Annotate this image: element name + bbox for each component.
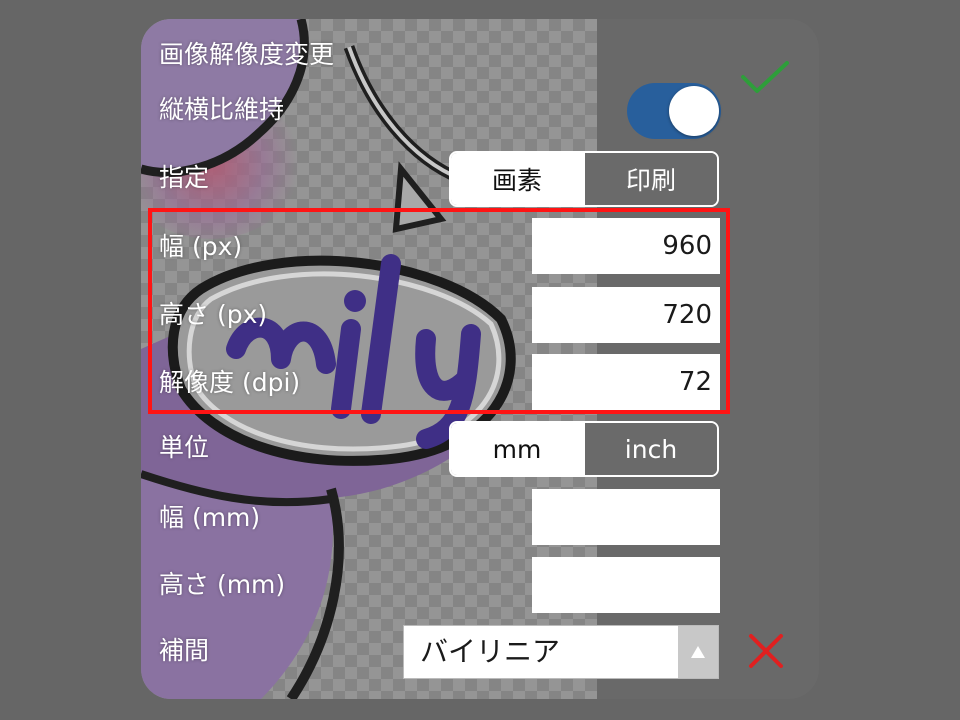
width-px-input[interactable] [532, 218, 720, 274]
height-mm-input[interactable] [532, 557, 720, 613]
image-resolution-dialog: 画像解像度変更 縦横比維持 指定 画素 印刷 幅 (px) 高さ (px) 解像… [141, 19, 819, 699]
height-px-input[interactable] [532, 287, 720, 343]
height-mm-label: 高さ (mm) [159, 570, 286, 599]
width-px-label: 幅 (px) [159, 232, 243, 261]
dialog-title: 画像解像度変更 [159, 40, 335, 69]
close-icon[interactable] [747, 632, 785, 670]
unit-option-inch[interactable]: inch [583, 423, 717, 475]
height-px-label: 高さ (px) [159, 300, 268, 329]
aspect-ratio-label: 縦横比維持 [159, 95, 285, 124]
spec-segmented-control: 画素 印刷 [449, 151, 719, 207]
interpolation-label: 補間 [159, 636, 210, 665]
spec-label: 指定 [159, 163, 210, 192]
check-icon[interactable] [739, 59, 791, 95]
resolution-label: 解像度 (dpi) [159, 368, 301, 397]
triangle-up-icon[interactable] [678, 626, 718, 678]
unit-option-mm[interactable]: mm [451, 423, 583, 475]
aspect-ratio-toggle[interactable] [627, 83, 721, 139]
resolution-input[interactable] [532, 354, 720, 410]
unit-segmented-control: mm inch [449, 421, 719, 477]
width-mm-input[interactable] [532, 489, 720, 545]
toggle-knob [669, 86, 719, 136]
interpolation-select[interactable]: バイリニア [403, 625, 719, 679]
width-mm-label: 幅 (mm) [159, 503, 261, 532]
spec-option-pixels[interactable]: 画素 [451, 153, 583, 205]
spec-option-print[interactable]: 印刷 [583, 153, 717, 205]
interpolation-value: バイリニア [420, 635, 561, 668]
unit-label: 単位 [159, 433, 210, 462]
